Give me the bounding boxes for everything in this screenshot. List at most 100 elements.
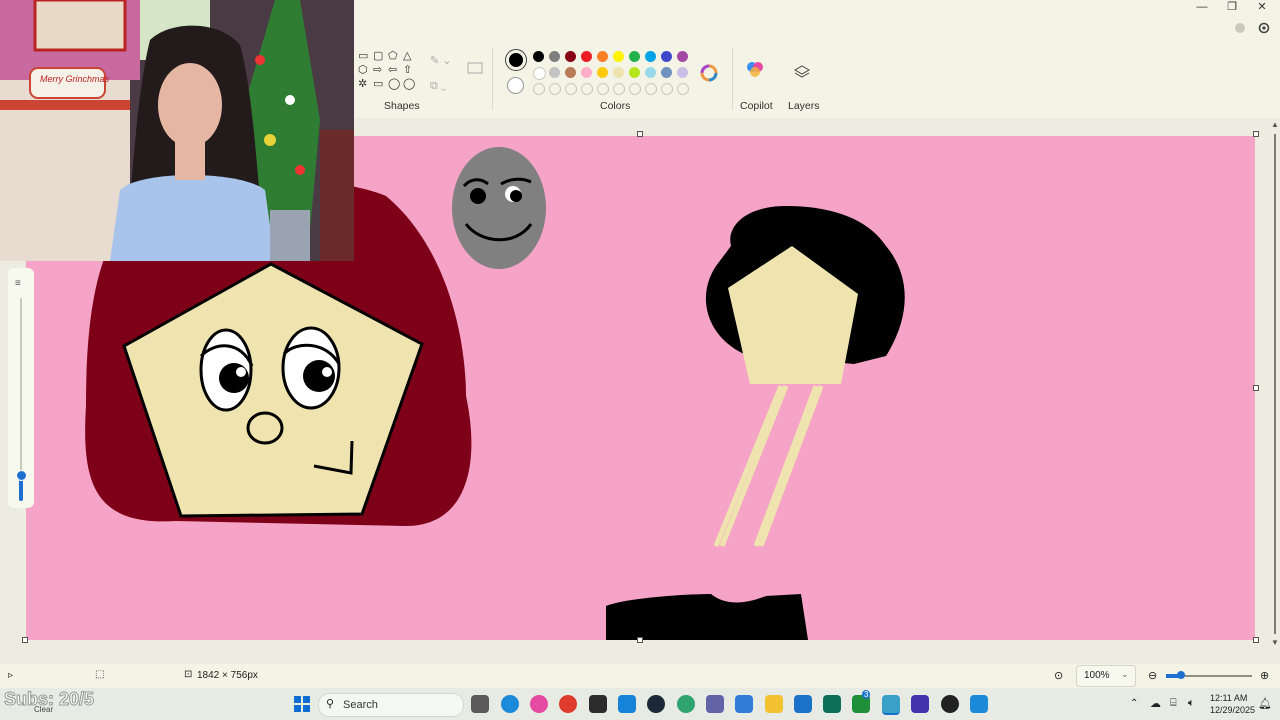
callout-cloud-shape-icon[interactable]: ◯	[403, 78, 415, 90]
layers-label[interactable]: Layers	[788, 100, 820, 112]
color-swatch[interactable]	[677, 51, 688, 62]
copilot-taskbar-icon[interactable]	[530, 695, 548, 713]
color-swatch[interactable]	[549, 67, 560, 78]
health-icon[interactable]	[735, 695, 753, 713]
mail-icon[interactable]	[794, 695, 812, 713]
polygon-shape-icon[interactable]: ⬠	[388, 50, 398, 62]
paint-icon[interactable]	[882, 695, 900, 715]
resize-handle-bottom-left[interactable]	[22, 637, 28, 643]
settings-gear-icon[interactable]	[1257, 21, 1271, 35]
network-icon[interactable]: ⌸	[1170, 697, 1177, 710]
clock-date[interactable]: 12/29/2025	[1210, 705, 1255, 715]
hexagon-shape-icon[interactable]: ⬡	[358, 64, 368, 76]
account-icon[interactable]	[1234, 22, 1246, 34]
clock-time[interactable]: 12:11 AM	[1210, 693, 1247, 703]
teams-icon[interactable]	[706, 695, 724, 713]
chrome-icon[interactable]	[559, 695, 577, 713]
file-explorer-icon[interactable]	[765, 695, 783, 713]
restore-button[interactable]: ❐	[1216, 0, 1248, 14]
callout-rect-shape-icon[interactable]: ▭	[373, 78, 383, 90]
brush-size-slider[interactable]: ≡	[8, 268, 34, 508]
custom-color-slot[interactable]	[613, 83, 625, 95]
outline-icon[interactable]: ✎ ⌄	[430, 54, 452, 67]
app-store-icon[interactable]	[618, 695, 636, 713]
copilot-label[interactable]: Copilot	[740, 100, 773, 112]
xbox-icon[interactable]: 3	[852, 690, 871, 713]
epic-games-icon[interactable]	[589, 695, 607, 713]
color-swatch[interactable]	[629, 51, 640, 62]
zoom-out-icon[interactable]: ⊖	[1148, 669, 1157, 682]
resize-handle-right[interactable]	[1253, 385, 1259, 391]
color-swatch[interactable]	[661, 51, 672, 62]
zoom-in-icon[interactable]: ⊕	[1260, 669, 1269, 682]
edge-browser-icon[interactable]	[501, 695, 519, 713]
color-swatch[interactable]	[549, 51, 560, 62]
color-swatch[interactable]	[677, 67, 688, 78]
custom-color-slot[interactable]	[581, 83, 593, 95]
close-button[interactable]: ✕	[1246, 0, 1278, 14]
resize-handle-top-right[interactable]	[1253, 131, 1259, 137]
photos-icon[interactable]	[970, 695, 988, 713]
cloud-icon[interactable]: ☁	[1150, 697, 1161, 710]
triangle-shape-icon[interactable]: △	[403, 50, 411, 62]
custom-color-slot[interactable]	[565, 83, 577, 95]
custom-color-slot[interactable]	[629, 83, 641, 95]
scroll-down-icon[interactable]: ▼	[1271, 638, 1279, 647]
zoom-dropdown[interactable]: 100% ⌄	[1076, 665, 1136, 687]
copilot-icon[interactable]	[746, 60, 764, 78]
color-swatch[interactable]	[581, 51, 592, 62]
zoom-slider-thumb[interactable]	[1177, 671, 1185, 679]
layers-icon[interactable]	[793, 64, 811, 80]
custom-color-slot[interactable]	[645, 83, 657, 95]
color-swatch[interactable]	[645, 67, 656, 78]
shape-style-icon[interactable]	[467, 62, 483, 74]
obs-icon[interactable]	[941, 695, 959, 713]
star-shape-icon[interactable]: ✲	[358, 78, 367, 90]
color-swatch[interactable]	[581, 67, 592, 78]
scroll-up-icon[interactable]: ▲	[1271, 120, 1279, 129]
color-swatch[interactable]	[597, 51, 608, 62]
fill-icon[interactable]: ⧉ ⌄	[430, 80, 446, 93]
store-icon[interactable]	[823, 695, 841, 713]
color-swatch[interactable]	[533, 67, 546, 80]
left-arrow-shape-icon[interactable]: ⇦	[388, 64, 397, 76]
secondary-color-button[interactable]	[507, 77, 524, 94]
primary-color-button[interactable]	[505, 49, 527, 71]
color-swatch[interactable]	[565, 67, 576, 78]
chevron-up-icon[interactable]: ⌃	[1130, 698, 1138, 709]
fit-to-window-icon[interactable]: ⊙	[1054, 669, 1063, 682]
shapes-gallery[interactable]: ▭ ▢ ⬠ △ ⬡ ⇨ ⇦ ⇧ ✲ ▭ ◯ ◯	[358, 50, 418, 98]
resize-handle-bottom[interactable]	[637, 637, 643, 643]
color-swatch[interactable]	[645, 51, 656, 62]
callout-oval-shape-icon[interactable]: ◯	[388, 78, 400, 90]
vertical-scrollbar[interactable]: ▲ ▼	[1270, 120, 1280, 650]
onenote-icon[interactable]	[911, 695, 929, 713]
custom-color-slot[interactable]	[677, 83, 689, 95]
color-swatch[interactable]	[661, 67, 672, 78]
custom-color-slot[interactable]	[549, 83, 561, 95]
color-swatch[interactable]	[613, 51, 624, 62]
taskbar-search-box[interactable]: ⚲ Search	[318, 693, 464, 717]
resize-handle-bottom-right[interactable]	[1253, 637, 1259, 643]
rounded-rectangle-shape-icon[interactable]: ▢	[373, 50, 383, 62]
edit-colors-icon[interactable]	[700, 64, 718, 82]
custom-color-slot[interactable]	[533, 83, 545, 95]
color-swatch[interactable]	[565, 51, 576, 62]
right-arrow-shape-icon[interactable]: ⇨	[373, 64, 382, 76]
streamlabs-icon[interactable]	[677, 695, 695, 713]
windows-start-icon[interactable]	[294, 696, 310, 712]
color-swatch[interactable]	[613, 67, 624, 78]
custom-color-slot[interactable]	[597, 83, 609, 95]
steam-icon[interactable]	[647, 695, 665, 713]
up-arrow-shape-icon[interactable]: ⇧	[403, 64, 412, 76]
scrollbar-thumb[interactable]	[1274, 134, 1276, 634]
slider-thumb[interactable]	[16, 470, 27, 481]
custom-color-slot[interactable]	[661, 83, 673, 95]
notification-icon[interactable]: 🔔︎	[1258, 697, 1272, 710]
resize-handle-top[interactable]	[637, 131, 643, 137]
minimize-button[interactable]: —	[1186, 0, 1218, 14]
volume-icon[interactable]: 🔈︎	[1188, 697, 1195, 710]
color-swatch[interactable]	[629, 67, 640, 78]
color-swatch[interactable]	[533, 51, 544, 62]
rectangle-shape-icon[interactable]: ▭	[358, 50, 368, 62]
